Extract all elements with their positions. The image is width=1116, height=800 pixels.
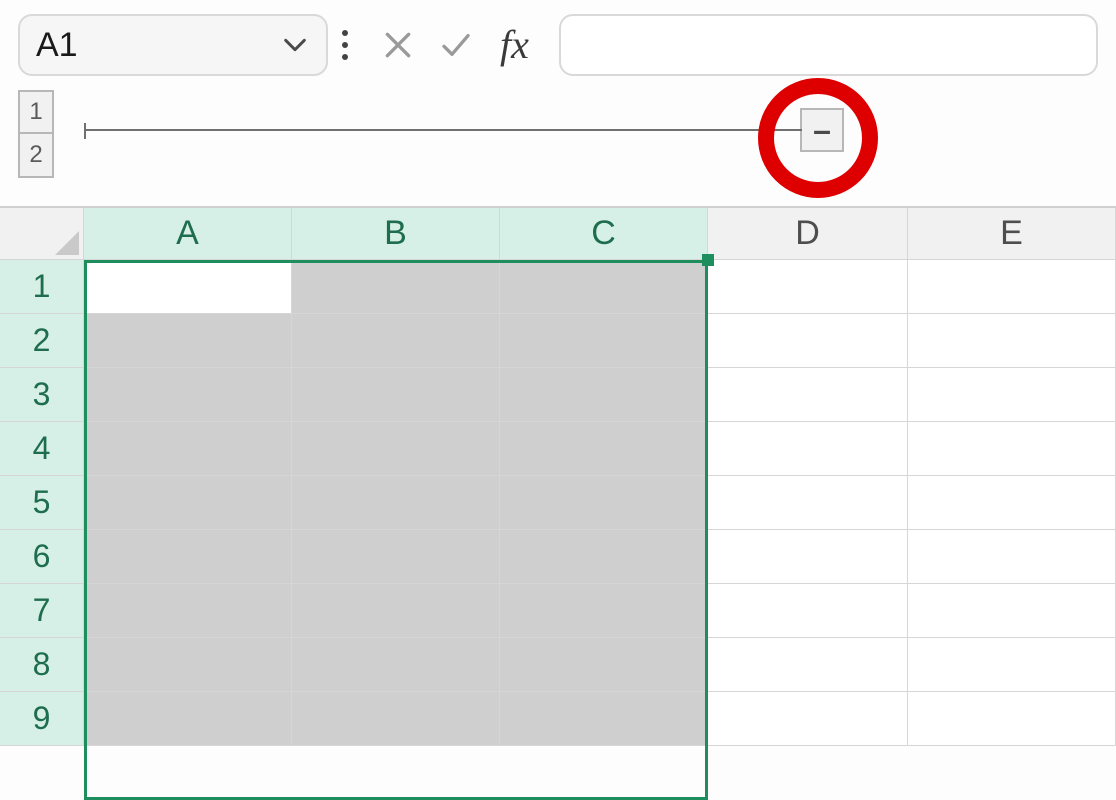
- cell-d4[interactable]: [708, 422, 908, 476]
- cell-d8[interactable]: [708, 638, 908, 692]
- cell-e8[interactable]: [908, 638, 1116, 692]
- column-header-d[interactable]: D: [708, 208, 908, 260]
- formula-bar: A1 fx: [0, 0, 1116, 90]
- cell-e2[interactable]: [908, 314, 1116, 368]
- name-box[interactable]: A1: [18, 14, 328, 76]
- cell-b6[interactable]: [292, 530, 500, 584]
- column-outline-area: 1 2 –: [0, 90, 1116, 206]
- outline-level-1-button[interactable]: 1: [18, 90, 54, 134]
- row-header-3[interactable]: 3: [0, 368, 84, 422]
- cell-d5[interactable]: [708, 476, 908, 530]
- column-header-a[interactable]: A: [84, 208, 292, 260]
- row-header-2[interactable]: 2: [0, 314, 84, 368]
- row-header-5[interactable]: 5: [0, 476, 84, 530]
- cell-e6[interactable]: [908, 530, 1116, 584]
- column-header-b[interactable]: B: [292, 208, 500, 260]
- cell-a3[interactable]: [84, 368, 292, 422]
- cell-c7[interactable]: [500, 584, 708, 638]
- cell-d3[interactable]: [708, 368, 908, 422]
- cell-a6[interactable]: [84, 530, 292, 584]
- cell-a2[interactable]: [84, 314, 292, 368]
- cell-c2[interactable]: [500, 314, 708, 368]
- cell-e9[interactable]: [908, 692, 1116, 746]
- more-dots-icon[interactable]: [342, 30, 354, 60]
- formula-icon-group: fx: [368, 25, 545, 65]
- spreadsheet-grid[interactable]: A B C D E 1 2 3 4 5 6 7 8: [0, 206, 1116, 746]
- cancel-x-icon[interactable]: [380, 27, 416, 63]
- cell-d7[interactable]: [708, 584, 908, 638]
- outline-level-buttons: 1 2: [18, 90, 58, 178]
- cell-d2[interactable]: [708, 314, 908, 368]
- cell-c8[interactable]: [500, 638, 708, 692]
- name-box-value: A1: [36, 26, 78, 65]
- chevron-down-icon[interactable]: [280, 30, 310, 60]
- row-header-9[interactable]: 9: [0, 692, 84, 746]
- cell-e4[interactable]: [908, 422, 1116, 476]
- cell-b1[interactable]: [292, 260, 500, 314]
- cell-b7[interactable]: [292, 584, 500, 638]
- cell-e1[interactable]: [908, 260, 1116, 314]
- column-header-c[interactable]: C: [500, 208, 708, 260]
- cell-e5[interactable]: [908, 476, 1116, 530]
- column-header-e[interactable]: E: [908, 208, 1116, 260]
- cell-a5[interactable]: [84, 476, 292, 530]
- row-header-1[interactable]: 1: [0, 260, 84, 314]
- cell-d1[interactable]: [708, 260, 908, 314]
- cell-b9[interactable]: [292, 692, 500, 746]
- select-all-corner[interactable]: [0, 208, 84, 260]
- outline-level-2-button[interactable]: 2: [18, 134, 54, 178]
- cell-e7[interactable]: [908, 584, 1116, 638]
- outline-collapse-button[interactable]: –: [800, 108, 844, 152]
- cell-e3[interactable]: [908, 368, 1116, 422]
- outline-group-track: –: [84, 112, 844, 148]
- cell-d6[interactable]: [708, 530, 908, 584]
- row-header-8[interactable]: 8: [0, 638, 84, 692]
- cell-b2[interactable]: [292, 314, 500, 368]
- cell-a1[interactable]: [84, 260, 292, 314]
- row-header-4[interactable]: 4: [0, 422, 84, 476]
- formula-input[interactable]: [559, 14, 1098, 76]
- cell-d9[interactable]: [708, 692, 908, 746]
- cell-b4[interactable]: [292, 422, 500, 476]
- cell-a9[interactable]: [84, 692, 292, 746]
- cell-a8[interactable]: [84, 638, 292, 692]
- cell-b8[interactable]: [292, 638, 500, 692]
- cell-a4[interactable]: [84, 422, 292, 476]
- cell-a7[interactable]: [84, 584, 292, 638]
- cell-c3[interactable]: [500, 368, 708, 422]
- outline-group-line: [84, 129, 802, 131]
- cell-b3[interactable]: [292, 368, 500, 422]
- cell-c5[interactable]: [500, 476, 708, 530]
- row-header-6[interactable]: 6: [0, 530, 84, 584]
- cell-c4[interactable]: [500, 422, 708, 476]
- cell-b5[interactable]: [292, 476, 500, 530]
- cell-c6[interactable]: [500, 530, 708, 584]
- row-header-7[interactable]: 7: [0, 584, 84, 638]
- accept-check-icon[interactable]: [438, 27, 474, 63]
- cell-c1[interactable]: [500, 260, 708, 314]
- cell-c9[interactable]: [500, 692, 708, 746]
- selection-fill-handle[interactable]: [702, 254, 714, 266]
- fx-icon[interactable]: fx: [496, 25, 533, 65]
